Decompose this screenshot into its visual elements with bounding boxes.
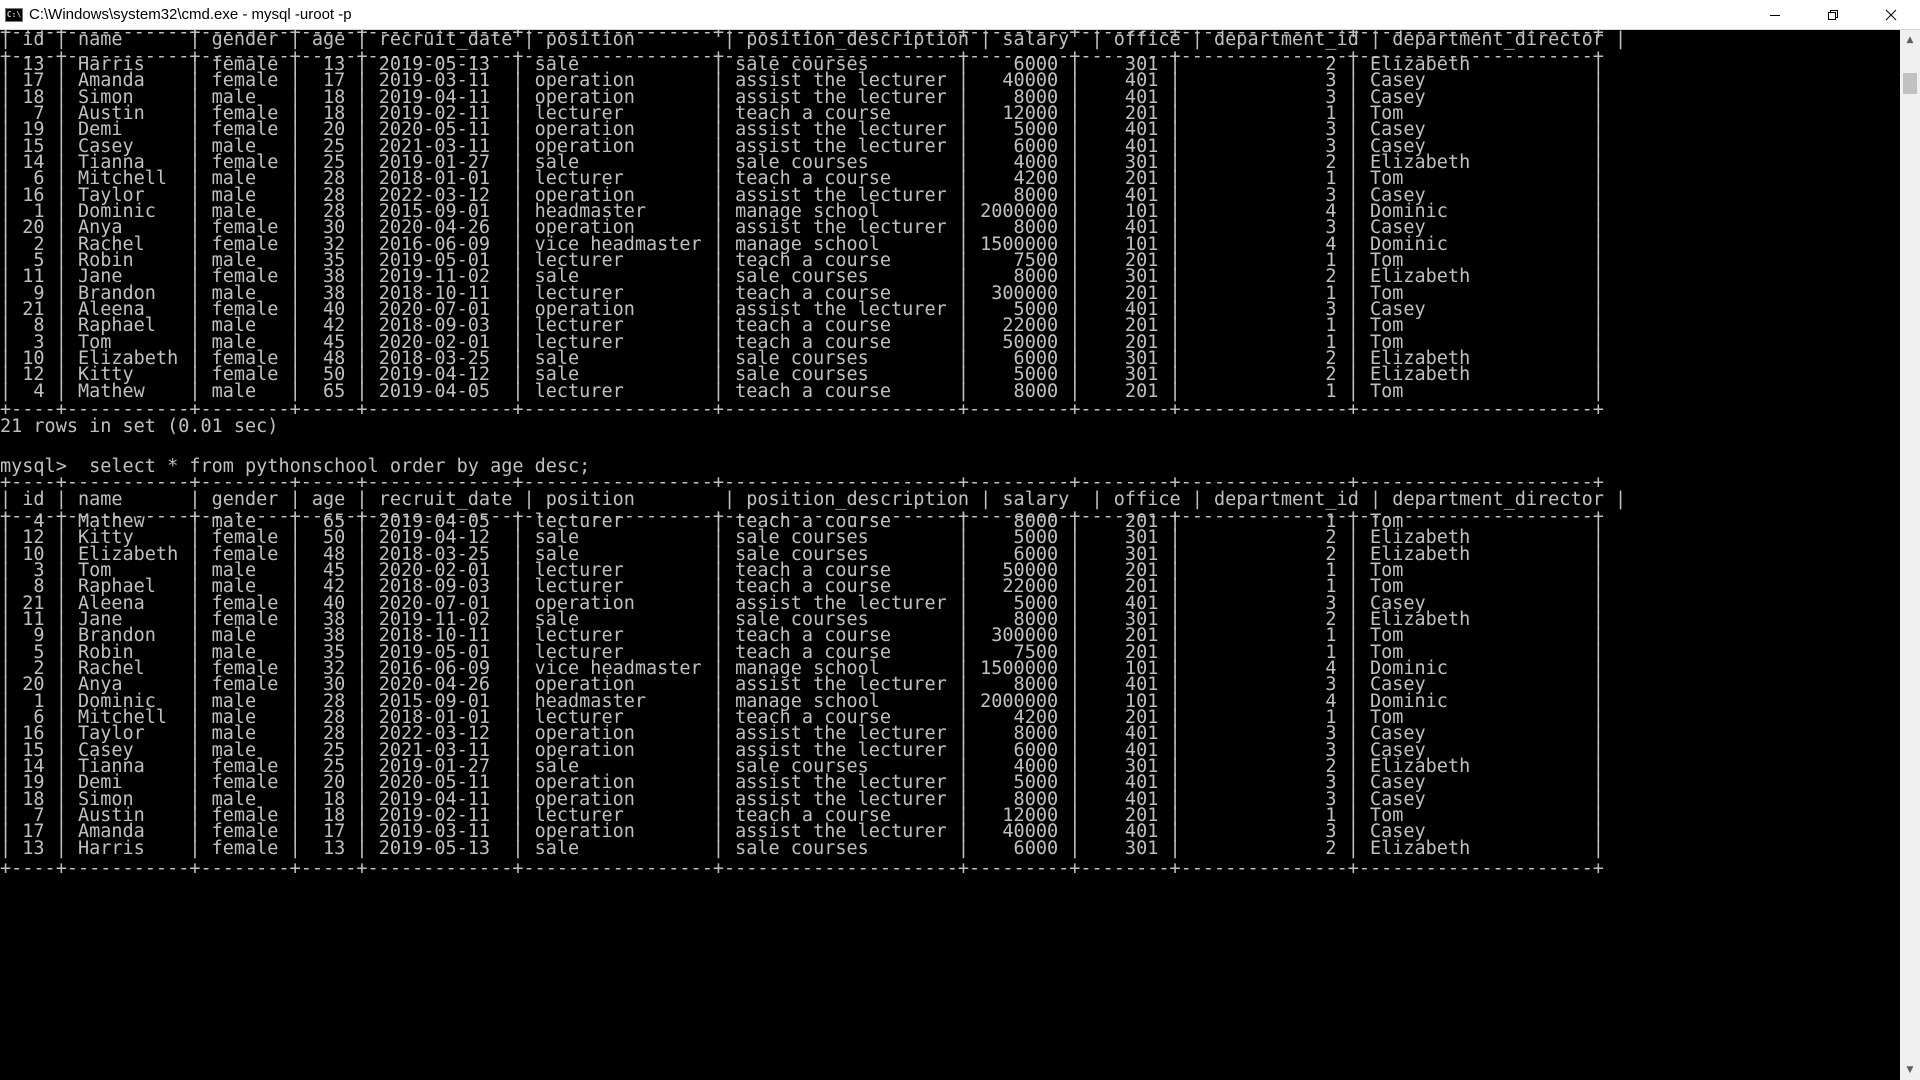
table-border: +----+-----------+--------+-----+-------… [0, 858, 1604, 879]
scrollbar-thumb[interactable] [1903, 73, 1917, 94]
restore-button[interactable] [1804, 0, 1862, 29]
window-title: C:\Windows\system32\cmd.exe - mysql -uro… [29, 6, 352, 23]
table-row: | 13 | Harris | female | 13 | 2019-05-13… [0, 837, 1604, 859]
minimize-button[interactable] [1746, 0, 1804, 29]
cmd-icon: C:\ [5, 7, 23, 22]
scroll-up-icon[interactable]: ▲ [1900, 30, 1920, 50]
scroll-down-icon[interactable]: ▼ [1900, 1060, 1920, 1080]
title-bar: C:\ C:\Windows\system32\cmd.exe - mysql … [0, 0, 1920, 30]
close-button[interactable] [1862, 0, 1920, 29]
restore-icon [1828, 9, 1838, 20]
vertical-scrollbar[interactable]: ▲ ▼ [1900, 30, 1920, 1080]
console-output[interactable]: +----+-----------+--------+-----+-------… [0, 30, 1900, 1080]
window-controls [1746, 0, 1920, 29]
rows-in-set-status: 21 rows in set (0.01 sec) [0, 416, 279, 437]
minimize-icon [1770, 14, 1780, 16]
close-icon [1885, 9, 1897, 20]
